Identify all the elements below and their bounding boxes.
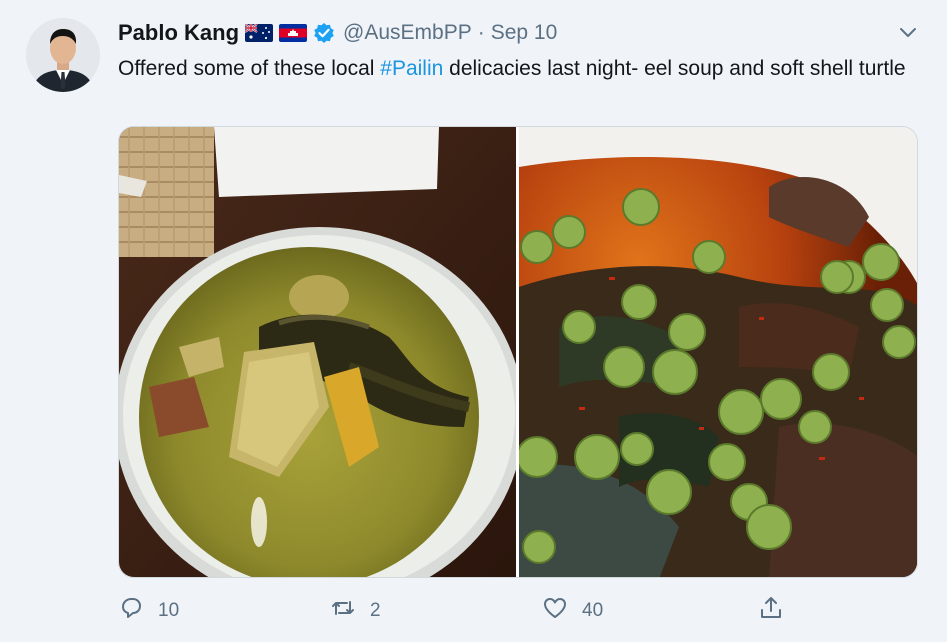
heart-icon	[542, 595, 568, 626]
tweet-card: Pablo Kang @AusEmbPP · Sep 10 Offered so…	[0, 0, 947, 642]
tweet-actions: 10 2 40	[118, 595, 818, 625]
australia-flag-icon	[245, 24, 274, 42]
tweet-header: Pablo Kang @AusEmbPP · Sep 10	[118, 18, 557, 48]
author-name[interactable]: Pablo Kang	[118, 20, 239, 46]
share-icon	[758, 595, 784, 626]
tweet-text-part-2: delicacies last night- eel soup and soft…	[443, 57, 906, 80]
retweet-count: 2	[370, 599, 381, 621]
tweet-text-part-1: Offered some of these local	[118, 57, 381, 80]
reply-button[interactable]: 10	[118, 595, 179, 626]
chevron-down-icon[interactable]	[898, 22, 918, 42]
tweet-date[interactable]: Sep 10	[491, 21, 558, 45]
retweet-icon	[330, 595, 356, 626]
photo-eel-soup[interactable]	[119, 127, 524, 577]
hashtag-link[interactable]: #Pailin	[380, 57, 443, 80]
media-grid	[118, 126, 918, 578]
like-count: 40	[582, 599, 604, 621]
verified-badge-icon	[313, 22, 335, 44]
cambodia-flag-icon	[279, 24, 308, 42]
separator-dot: ·	[477, 21, 485, 44]
avatar[interactable]	[26, 18, 100, 92]
author-handle[interactable]: @AusEmbPP	[343, 21, 472, 45]
reply-count: 10	[158, 599, 180, 621]
reply-icon	[118, 595, 144, 626]
like-button[interactable]: 40	[542, 595, 603, 626]
photo-soft-shell-turtle[interactable]	[516, 127, 917, 577]
tweet-text: Offered some of these local #Pailin deli…	[118, 54, 928, 83]
share-button[interactable]	[758, 595, 784, 626]
retweet-button[interactable]: 2	[330, 595, 381, 626]
